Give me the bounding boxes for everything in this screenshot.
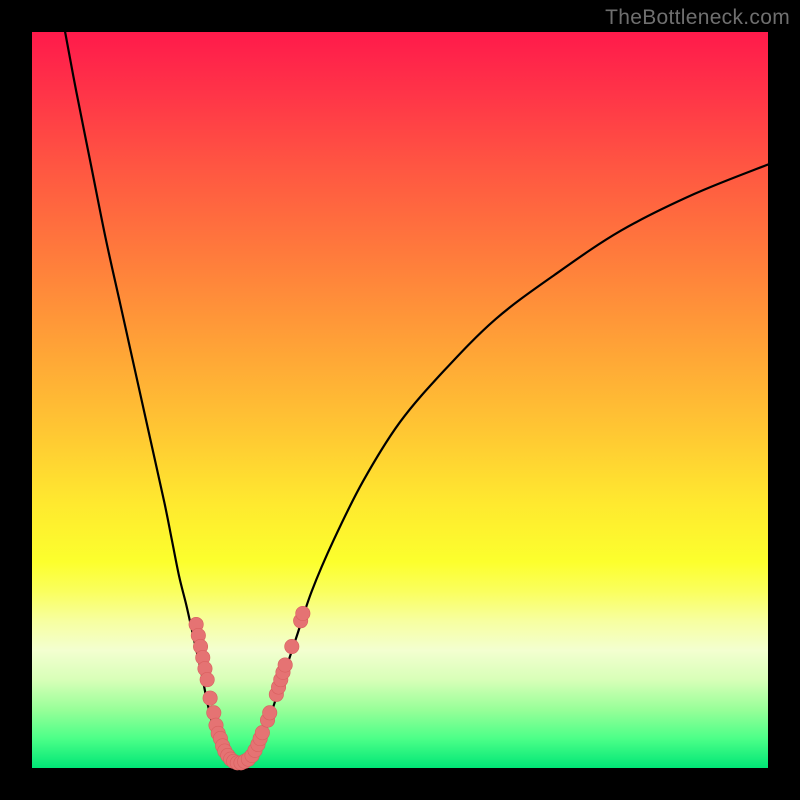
data-marker bbox=[278, 658, 292, 672]
chart-svg bbox=[32, 32, 768, 768]
watermark-text: TheBottleneck.com bbox=[605, 6, 790, 30]
data-marker bbox=[200, 672, 214, 686]
data-marker bbox=[296, 606, 310, 620]
data-marker bbox=[207, 706, 221, 720]
plot-area bbox=[32, 32, 768, 768]
data-marker bbox=[285, 639, 299, 653]
curve-path bbox=[65, 32, 768, 764]
chart-frame: TheBottleneck.com bbox=[0, 0, 800, 800]
marker-cluster bbox=[189, 606, 310, 770]
bottleneck-curve bbox=[65, 32, 768, 764]
data-marker bbox=[203, 691, 217, 705]
data-marker bbox=[263, 706, 277, 720]
